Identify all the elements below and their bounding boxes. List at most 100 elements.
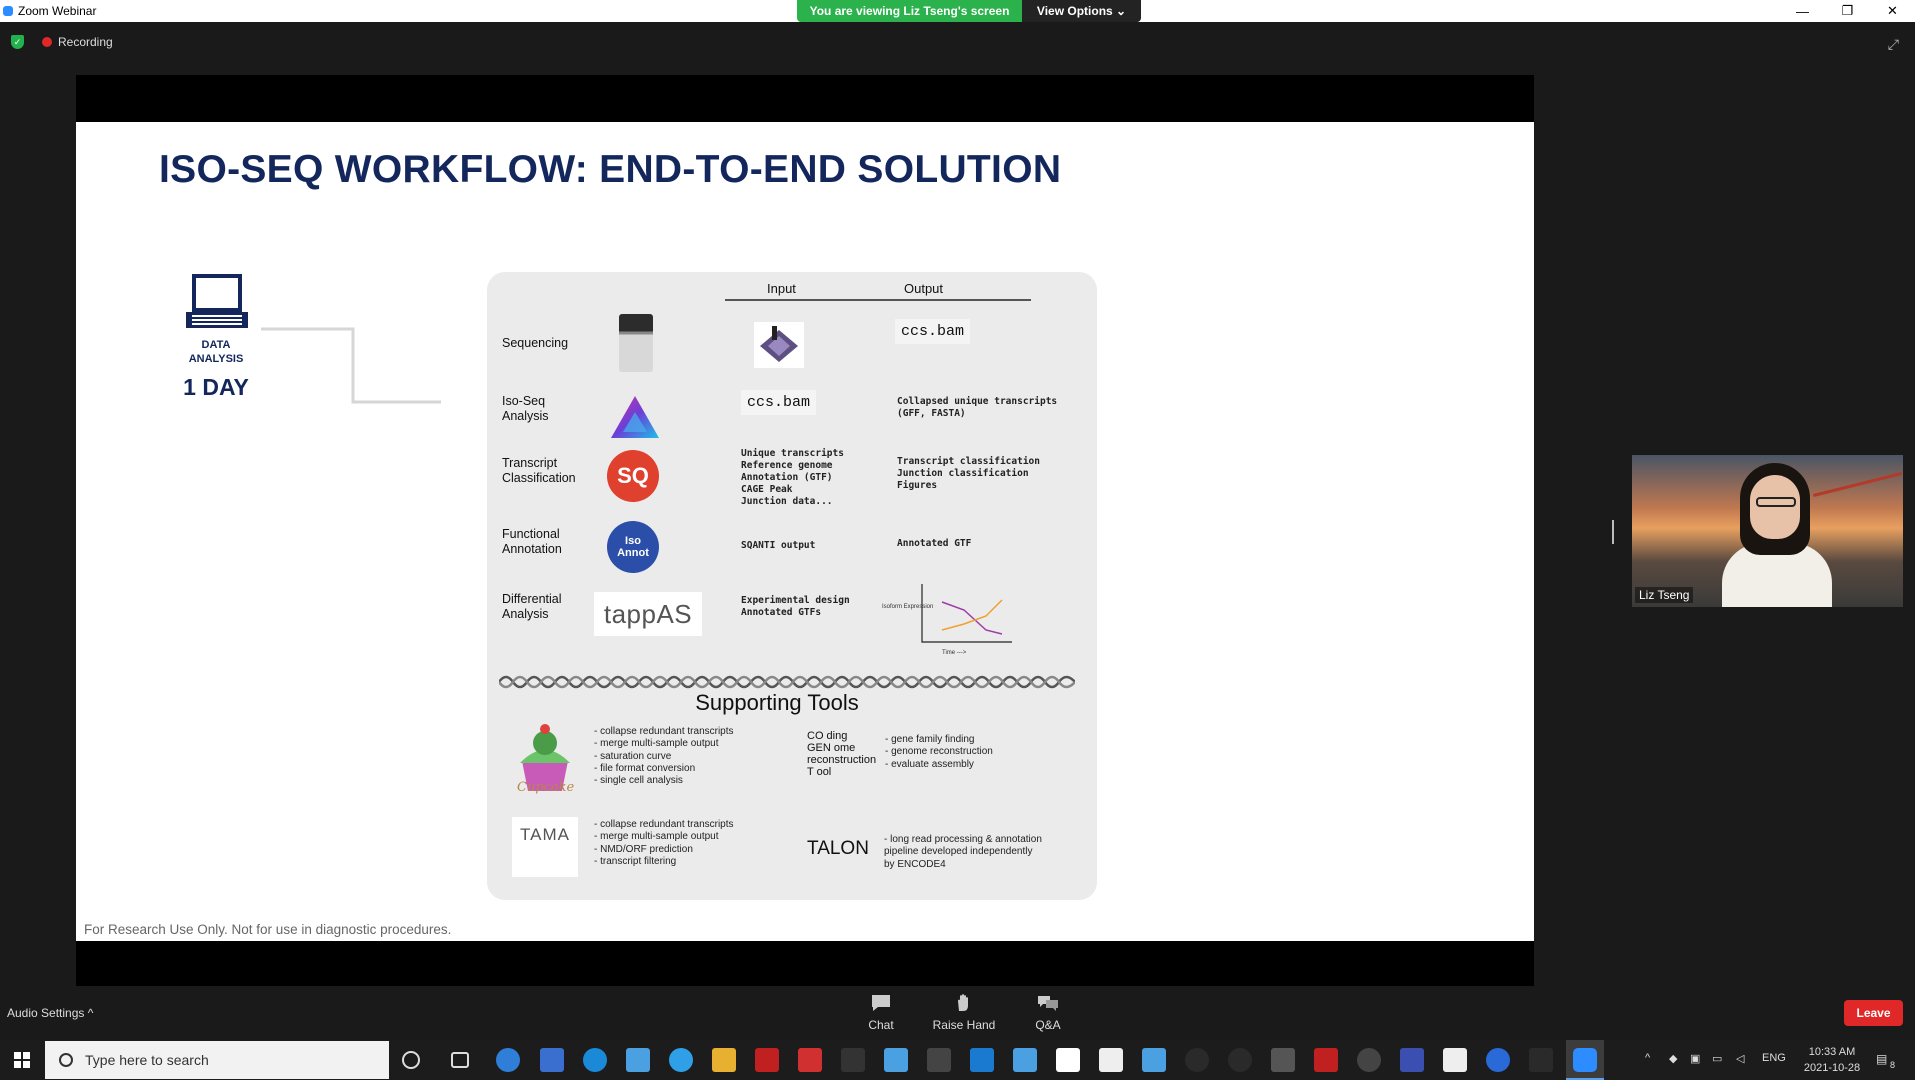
smrt-cell-chip-icon bbox=[754, 322, 804, 368]
isoannot-logo-text-2: Annot bbox=[617, 547, 649, 559]
notification-icon[interactable]: ▤ bbox=[1876, 1052, 1887, 1066]
cortana-icon[interactable] bbox=[402, 1051, 420, 1069]
clock-time: 10:33 AM bbox=[1808, 1046, 1856, 1058]
app-icon-17[interactable] bbox=[1443, 1048, 1467, 1072]
recording-dot-icon bbox=[42, 37, 52, 47]
row-label-sequencing: Sequencing bbox=[502, 336, 569, 350]
taskbar-search[interactable] bbox=[45, 1041, 389, 1079]
duration-label: 1 DAY bbox=[183, 374, 249, 400]
participant-video-tile[interactable]: Liz Tseng bbox=[1632, 455, 1903, 607]
video-panel-drag-handle[interactable] bbox=[1612, 520, 1614, 544]
file-explorer-icon[interactable] bbox=[712, 1048, 736, 1072]
classification-output: Transcript classification Junction class… bbox=[897, 456, 1040, 491]
functional-output: Annotated GTF bbox=[897, 538, 972, 549]
search-icon bbox=[59, 1053, 73, 1067]
github-icon[interactable] bbox=[1357, 1048, 1381, 1072]
app-icon-18[interactable] bbox=[1529, 1048, 1553, 1072]
mini-chart-xlabel: Time ---> bbox=[942, 650, 967, 656]
view-options-button[interactable]: View Options ⌄ bbox=[1022, 0, 1141, 22]
app-icon-13[interactable] bbox=[1185, 1048, 1209, 1072]
bridge-background bbox=[1812, 472, 1903, 497]
close-button[interactable]: ✕ bbox=[1870, 0, 1915, 22]
raise-hand-icon bbox=[958, 994, 968, 1011]
row-label-functional: Functional Annotation bbox=[502, 527, 562, 556]
app-icon-15[interactable] bbox=[1314, 1048, 1338, 1072]
dna-divider bbox=[499, 675, 1075, 689]
tray-meet-icon[interactable]: ▣ bbox=[1690, 1052, 1700, 1065]
window-controls: — ❐ ✕ bbox=[1780, 0, 1915, 22]
zoom-taskbar-item[interactable] bbox=[1566, 1040, 1604, 1080]
participant-name-label: Liz Tseng bbox=[1635, 587, 1694, 603]
notification-count: 8 bbox=[1890, 1060, 1896, 1070]
app-icon-11[interactable] bbox=[1099, 1048, 1123, 1072]
app-icon-9[interactable] bbox=[1013, 1048, 1037, 1072]
sequencing-output: ccs.bam bbox=[895, 319, 971, 344]
app-icon-4[interactable] bbox=[798, 1048, 822, 1072]
chat-button[interactable]: Chat bbox=[846, 994, 916, 1032]
isoseq-output: Collapsed unique transcripts (GFF, FASTA… bbox=[897, 396, 1058, 419]
audio-settings-button[interactable]: Audio Settings ^ bbox=[7, 1006, 93, 1020]
cogent-logo: CO ding GEN ome reconstruction T ool bbox=[807, 730, 877, 778]
isoannot-logo-text-1: Iso bbox=[625, 535, 641, 547]
tray-app-icon[interactable]: ◆ bbox=[1669, 1052, 1677, 1065]
cupcake-features: - collapse redundant transcripts - merge… bbox=[594, 726, 734, 787]
supporting-tools-heading: Supporting Tools bbox=[695, 690, 859, 715]
task-view-icon[interactable] bbox=[451, 1052, 469, 1068]
taskbar-clock[interactable]: 10:33 AM 2021-10-28 bbox=[1796, 1044, 1868, 1076]
slide-title: ISO-SEQ WORKFLOW: END-TO-END SOLUTION bbox=[159, 148, 1062, 191]
isoannot-logo: Iso Annot bbox=[607, 521, 659, 573]
row-label-isoseq: Iso-Seq Analysis bbox=[502, 394, 549, 423]
app-icon-8[interactable] bbox=[970, 1048, 994, 1072]
zoom-logo-icon bbox=[3, 6, 13, 16]
fullscreen-icon[interactable]: ⤢ bbox=[1888, 36, 1899, 53]
leave-button[interactable]: Leave bbox=[1844, 1000, 1903, 1026]
app-icon-12[interactable] bbox=[1142, 1048, 1166, 1072]
chat-icon bbox=[872, 995, 890, 1011]
slide-footnote: For Research Use Only. Not for use in di… bbox=[84, 922, 452, 937]
volume-icon[interactable]: ◁ bbox=[1736, 1052, 1744, 1065]
app-icon-16[interactable] bbox=[1400, 1048, 1424, 1072]
clock-date: 2021-10-28 bbox=[1803, 1062, 1861, 1074]
ie-icon[interactable] bbox=[496, 1048, 520, 1072]
output-column-header: Output bbox=[904, 281, 944, 296]
tray-chevron-icon[interactable]: ^ bbox=[1645, 1052, 1650, 1064]
globe-icon[interactable] bbox=[669, 1048, 693, 1072]
zoom-app-icon bbox=[1573, 1048, 1597, 1072]
viewing-screen-banner: You are viewing Liz Tseng's screen bbox=[797, 0, 1022, 22]
cupcake-name: Cupcake bbox=[517, 780, 575, 795]
functional-input: SQANTI output bbox=[741, 540, 816, 551]
network-icon[interactable]: ▭ bbox=[1712, 1052, 1722, 1065]
r-icon[interactable] bbox=[1486, 1048, 1510, 1072]
raise-hand-button[interactable]: Raise Hand bbox=[929, 994, 999, 1032]
app-icon-14[interactable] bbox=[1228, 1048, 1252, 1072]
encryption-shield-icon[interactable]: ✓ bbox=[11, 35, 24, 49]
restore-button[interactable]: ❐ bbox=[1825, 0, 1870, 22]
app-icon-1[interactable] bbox=[540, 1048, 564, 1072]
edge-icon[interactable] bbox=[583, 1048, 607, 1072]
app-icon-7[interactable] bbox=[927, 1048, 951, 1072]
qa-button[interactable]: Q&A bbox=[1013, 994, 1083, 1032]
start-button[interactable] bbox=[0, 1040, 44, 1080]
tama-features: - collapse redundant transcripts - merge… bbox=[594, 819, 734, 867]
raise-hand-label: Raise Hand bbox=[932, 1018, 996, 1032]
app-icon-3[interactable] bbox=[755, 1048, 779, 1072]
cogent-features: - gene family finding - genome reconstru… bbox=[885, 734, 993, 770]
app-icon-2[interactable] bbox=[626, 1048, 650, 1072]
data-analysis-label: DATA ANALYSIS bbox=[188, 339, 244, 365]
window-title: Zoom Webinar bbox=[18, 4, 97, 18]
connector-line bbox=[261, 327, 441, 404]
chat-label: Chat bbox=[868, 1018, 894, 1032]
language-indicator[interactable]: ENG bbox=[1762, 1052, 1786, 1064]
tama-name: TAMA bbox=[520, 825, 570, 844]
row-label-classification: Transcript Classification bbox=[502, 456, 576, 485]
taskbar-search-input[interactable] bbox=[85, 1052, 385, 1068]
app-icon-5[interactable] bbox=[841, 1048, 865, 1072]
app-icon-10[interactable] bbox=[1056, 1048, 1080, 1072]
differential-input: Experimental design Annotated GTFs bbox=[741, 595, 850, 618]
minimize-button[interactable]: — bbox=[1780, 0, 1825, 22]
participant-face bbox=[1750, 475, 1800, 539]
input-column-header: Input bbox=[767, 281, 796, 296]
recording-label: Recording bbox=[58, 35, 113, 49]
word-icon[interactable] bbox=[1271, 1048, 1295, 1072]
app-icon-6[interactable] bbox=[884, 1048, 908, 1072]
